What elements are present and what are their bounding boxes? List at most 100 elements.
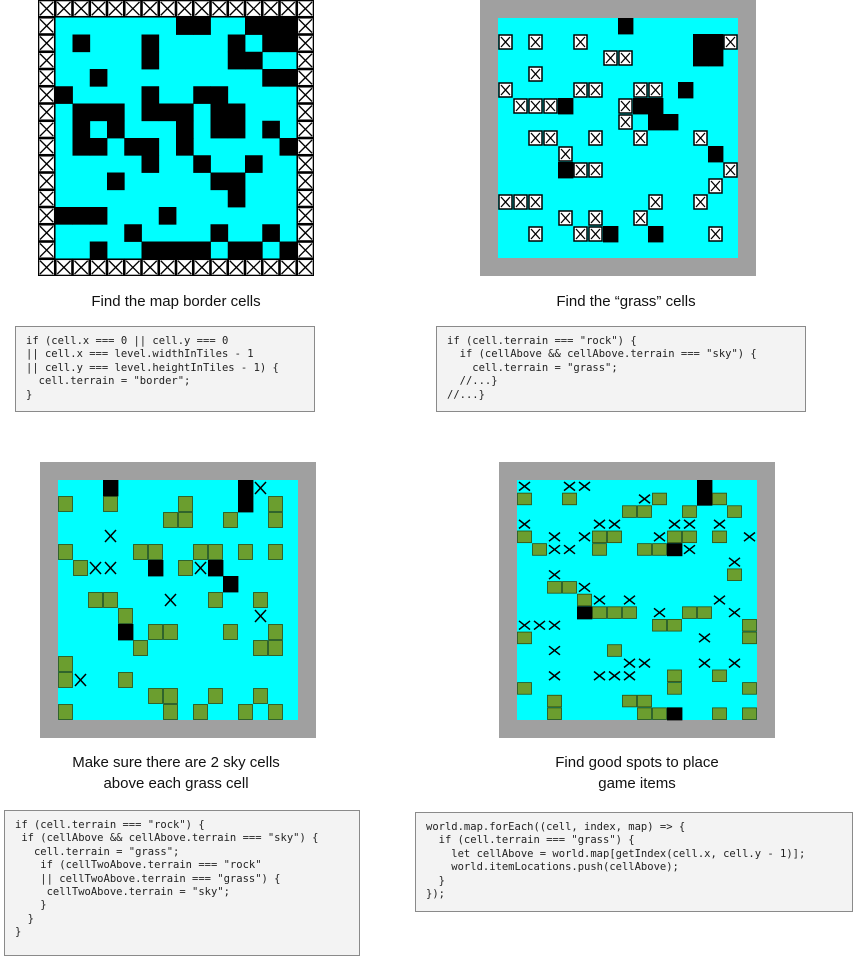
rock-cell <box>279 17 298 35</box>
grass-marker-cell <box>528 98 543 114</box>
code-snippet-sky: if (cell.terrain === "rock") { if (cellA… <box>4 810 360 956</box>
border-cell <box>296 241 314 260</box>
grass-cell <box>517 682 532 695</box>
grass-marker-cell <box>498 194 513 210</box>
border-cell <box>38 137 56 156</box>
rock-cell <box>558 162 574 179</box>
grass-cell <box>253 688 268 704</box>
grass-cell <box>577 593 592 607</box>
rock-cell <box>227 34 246 53</box>
rock-cell <box>262 120 280 139</box>
grass-cell <box>133 544 148 560</box>
border-cell <box>296 120 314 139</box>
border-cell <box>38 223 56 242</box>
grass-cell <box>712 530 727 544</box>
rock-cell <box>648 114 664 131</box>
rock-cell <box>227 172 246 191</box>
border-cell <box>38 16 56 35</box>
border-cell <box>296 223 314 242</box>
grass-cell <box>163 512 178 528</box>
grass-cell <box>667 669 682 683</box>
border-cell <box>38 103 56 122</box>
caption-grass: Find the “grass” cells <box>556 293 696 310</box>
grass-cell <box>667 530 682 544</box>
grass-marker-cell <box>513 98 528 114</box>
border-cell <box>261 0 280 18</box>
grass-cell <box>727 505 742 518</box>
grass-marker-cell <box>708 226 723 242</box>
rock-cell <box>227 51 246 70</box>
grass-cell <box>223 624 238 640</box>
rock-cell <box>708 34 724 51</box>
border-cell <box>38 68 56 87</box>
rock-cell <box>227 120 246 139</box>
border-cell <box>38 85 56 104</box>
rock-cell <box>210 224 229 242</box>
grass-cell <box>607 644 622 657</box>
caption-sky: Make sure there are 2 sky cells above ea… <box>72 754 280 792</box>
grass-cell <box>178 512 193 528</box>
rock-cell <box>124 138 142 156</box>
rock-cell <box>72 120 91 139</box>
grass-cell <box>517 530 532 544</box>
caption-items: Find good spots to place game items <box>555 754 719 792</box>
grass-cell <box>697 606 712 619</box>
grass-cell <box>268 496 283 512</box>
grass-marker-cell <box>723 162 738 178</box>
grass-cell <box>208 544 223 560</box>
grass-marker-cell <box>618 98 633 114</box>
rock-cell <box>633 98 649 115</box>
rock-cell <box>193 155 211 173</box>
border-cell <box>296 206 314 225</box>
grass-cell <box>268 512 283 528</box>
rock-cell <box>89 69 108 87</box>
border-cell <box>38 241 56 260</box>
rock-cell <box>210 103 229 122</box>
rock-cell <box>107 103 125 122</box>
map-grid-border <box>38 0 314 276</box>
grass-cell <box>712 707 727 720</box>
rock-cell <box>89 241 108 260</box>
grass-marker-cell <box>648 82 663 98</box>
rock-cell <box>648 226 664 243</box>
rock-cell <box>141 138 160 156</box>
rock-cell <box>223 576 239 593</box>
rock-cell <box>176 103 194 122</box>
border-cell <box>279 258 298 276</box>
grass-marker-cell <box>588 162 603 178</box>
rock-cell <box>193 86 211 104</box>
rock-cell <box>697 492 713 506</box>
border-cell <box>38 120 56 139</box>
rock-cell <box>72 138 91 156</box>
rock-cell <box>141 155 160 173</box>
grass-cell <box>667 619 682 632</box>
grass-cell <box>238 544 253 560</box>
border-cell <box>106 258 125 276</box>
rock-cell <box>141 241 160 260</box>
code-snippet-items: world.map.forEach((cell, index, map) => … <box>415 812 853 912</box>
border-cell <box>158 0 177 18</box>
border-cell <box>72 0 91 18</box>
grass-cell <box>727 568 742 581</box>
border-cell <box>38 206 56 225</box>
border-cell <box>296 85 314 104</box>
rock-cell <box>667 543 683 557</box>
rock-cell <box>176 241 194 260</box>
grass-cell <box>517 492 532 506</box>
rock-cell <box>618 18 634 35</box>
sky-background <box>517 480 757 720</box>
rock-cell <box>648 98 664 115</box>
border-cell <box>244 258 263 276</box>
rock-cell <box>103 480 119 497</box>
rock-cell <box>678 82 694 99</box>
border-cell <box>175 258 194 276</box>
rock-cell <box>245 17 263 35</box>
grass-marker-cell <box>603 50 618 66</box>
grass-cell <box>223 512 238 528</box>
grass-cell <box>607 606 622 619</box>
border-cell <box>54 258 73 276</box>
rock-cell <box>89 207 108 225</box>
grass-marker-cell <box>498 34 513 50</box>
grass-cell <box>742 707 757 720</box>
rock-cell <box>158 241 177 260</box>
